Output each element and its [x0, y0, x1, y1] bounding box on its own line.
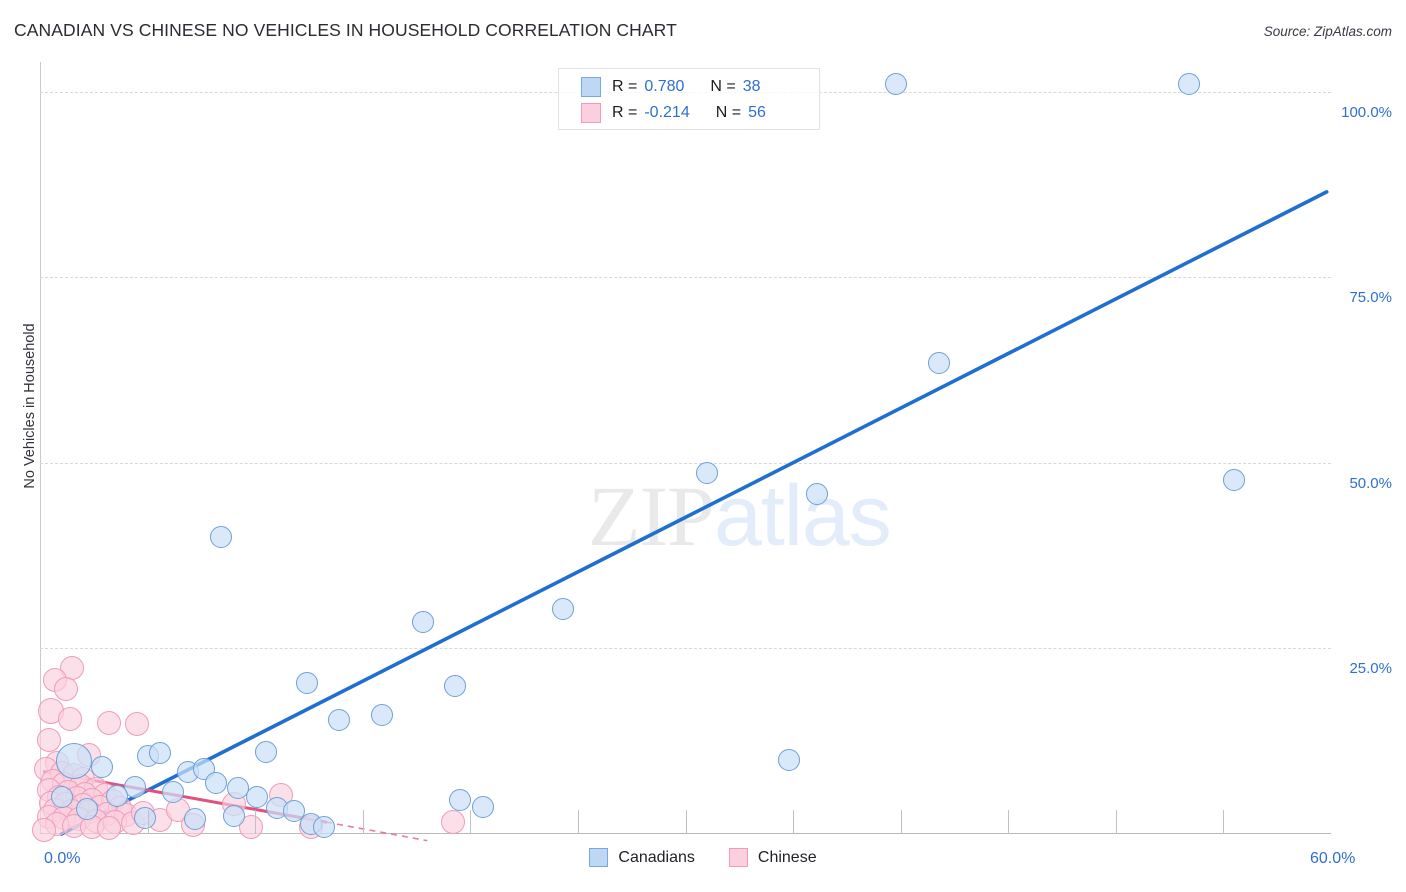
data-point-chinese[interactable]: [53, 676, 78, 701]
legend-label-canadians: Canadians: [618, 848, 695, 866]
x-tick-mark: [685, 810, 687, 834]
data-point-canadians[interactable]: [928, 351, 951, 374]
data-point-canadians[interactable]: [777, 748, 800, 771]
series-legend: Canadians Chinese: [0, 848, 1406, 867]
data-point-canadians[interactable]: [183, 808, 206, 831]
y-tick-label: 25.0%: [1349, 660, 1392, 678]
data-point-canadians[interactable]: [50, 785, 73, 808]
x-tick-mark: [1115, 810, 1117, 834]
y-tick-label: 100.0%: [1341, 103, 1392, 121]
chart-page: CANADIAN VS CHINESE NO VEHICLES IN HOUSE…: [0, 0, 1406, 892]
x-tick-mark: [470, 810, 472, 834]
pink-swatch-icon: [581, 103, 601, 123]
correlation-stats-legend: R = 0.780 N = 38 R = -0.214 N = 56: [558, 68, 820, 130]
stats-row-chinese: R = -0.214 N = 56: [581, 100, 819, 126]
r-value-blue: 0.780: [644, 78, 685, 95]
data-point-canadians[interactable]: [76, 797, 99, 820]
data-point-chinese[interactable]: [36, 727, 61, 752]
x-tick-mark: [362, 810, 364, 834]
data-point-canadians[interactable]: [328, 708, 351, 731]
data-point-chinese[interactable]: [96, 710, 121, 735]
x-tick-mark: [1008, 810, 1010, 834]
data-point-canadians[interactable]: [551, 598, 574, 621]
r-label-pink: R =: [612, 104, 638, 121]
source-attribution: Source: ZipAtlas.com: [1263, 24, 1392, 39]
data-point-chinese[interactable]: [96, 816, 121, 841]
trendline-canadians: [59, 190, 1329, 836]
y-tick-label: 50.0%: [1349, 474, 1392, 492]
data-point-canadians[interactable]: [209, 526, 232, 549]
blue-swatch-icon: [581, 77, 601, 97]
x-tick-mark: [793, 810, 795, 834]
trendline-dashed-chinese: [326, 821, 428, 842]
x-tick-mark: [147, 810, 149, 834]
x-tick-mark: [900, 810, 902, 834]
trendlines: [42, 190, 1329, 842]
data-point-chinese[interactable]: [58, 706, 83, 731]
plot-area: ZIPatlas: [32, 62, 1331, 842]
data-point-canadians[interactable]: [448, 788, 471, 811]
page-title: CANADIAN VS CHINESE NO VEHICLES IN HOUSE…: [14, 20, 677, 40]
y-axis-title: No Vehicles in Household: [22, 323, 38, 489]
data-point-chinese[interactable]: [124, 712, 149, 737]
n-label-pink: N =: [715, 104, 742, 121]
x-tick-mark: [255, 810, 257, 834]
data-point-canadians[interactable]: [222, 805, 245, 828]
data-point-canadians[interactable]: [1223, 468, 1246, 491]
data-point-canadians[interactable]: [295, 671, 318, 694]
data-point-chinese[interactable]: [32, 817, 57, 842]
data-point-canadians[interactable]: [805, 483, 828, 506]
n-label-blue: N =: [710, 78, 736, 95]
legend-item-canadians[interactable]: Canadians: [589, 848, 695, 867]
stats-row-canadians: R = 0.780 N = 38: [581, 74, 819, 100]
canadians-swatch-icon: [589, 848, 609, 867]
r-value-pink: -0.214: [644, 104, 690, 121]
chinese-swatch-icon: [728, 848, 748, 867]
data-point-canadians[interactable]: [444, 674, 467, 697]
y-tick-label: 75.0%: [1349, 289, 1392, 307]
n-value-pink: 56: [748, 104, 766, 121]
data-point-canadians[interactable]: [134, 806, 157, 829]
legend-label-chinese: Chinese: [757, 848, 817, 866]
x-tick-mark: [577, 810, 579, 834]
data-point-canadians[interactable]: [313, 815, 336, 838]
legend-item-chinese[interactable]: Chinese: [728, 848, 817, 867]
r-label-blue: R =: [612, 78, 638, 95]
x-tick-mark: [1223, 810, 1225, 834]
n-value-blue: 38: [742, 78, 761, 95]
